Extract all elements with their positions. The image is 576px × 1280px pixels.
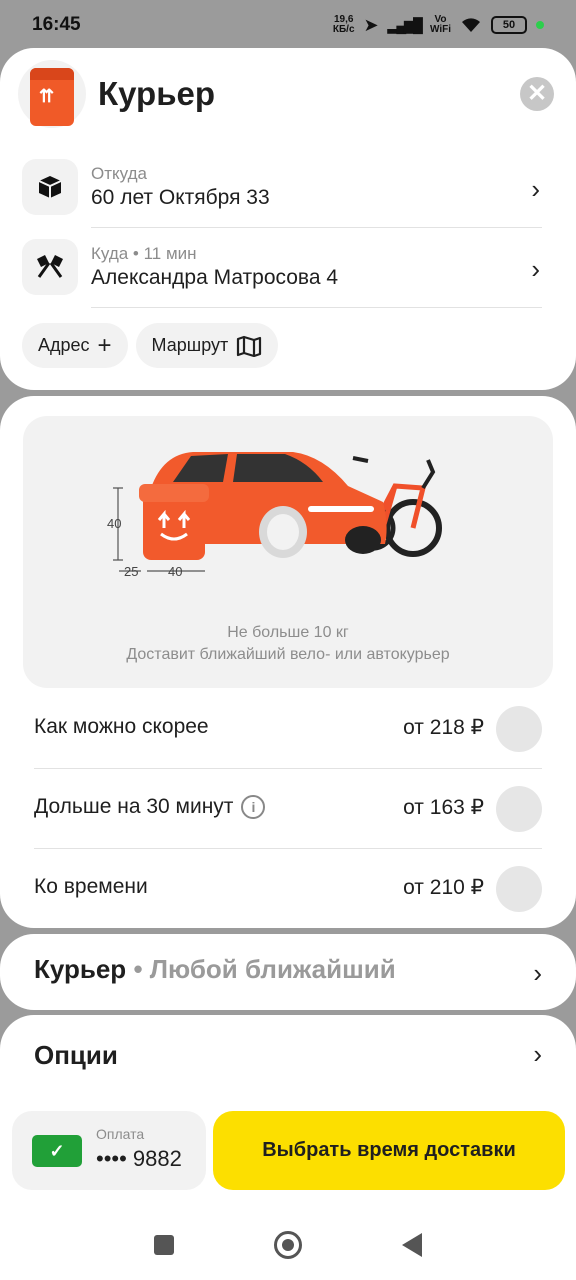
- info-icon[interactable]: i: [241, 795, 266, 819]
- recents-icon[interactable]: [154, 1235, 174, 1255]
- tariff-name-text: Как можно скорее: [34, 715, 209, 738]
- logo-glyph: ⇈: [39, 86, 55, 106]
- add-address-button[interactable]: Адрес +: [22, 323, 128, 368]
- tariff-name-text: Дольше на 30 минут: [34, 795, 234, 818]
- tariff-option[interactable]: Ко времени от 210 ₽: [34, 849, 542, 929]
- map-icon: [237, 335, 262, 357]
- tariff-option[interactable]: Дольше на 30 минут i от 163 ₽: [34, 769, 542, 849]
- route-chips: Адрес + Маршрут: [22, 323, 279, 368]
- package-icon: [22, 159, 78, 215]
- tariff-price: от 218 ₽: [403, 716, 484, 739]
- tariff-name: Ко времени: [34, 875, 148, 899]
- vowifi-bottom: WiFi: [429, 24, 451, 35]
- dim-left-label: 25: [124, 564, 138, 579]
- tariff-name: Дольше на 30 минут i: [34, 795, 266, 819]
- tariff-price: от 210 ₽: [403, 876, 484, 899]
- route-from-row[interactable]: Откуда 60 лет Октября 33 ›: [22, 148, 542, 228]
- back-icon[interactable]: [402, 1233, 422, 1257]
- weight-caption: Не больше 10 кг: [227, 624, 349, 641]
- radio-button[interactable]: [496, 706, 542, 752]
- courier-logo: ⇈: [18, 60, 86, 128]
- status-icons: 19,6 КБ/с ➤ ▂▄▆█ Vo WiFi 50: [333, 15, 544, 36]
- to-label: Куда • 11 мин: [91, 244, 197, 263]
- dim-right-label: 40: [168, 564, 182, 579]
- chevron-right-icon: ›: [531, 174, 540, 204]
- chevron-right-icon: ›: [533, 1039, 542, 1069]
- finish-flags-icon: [22, 239, 78, 295]
- wifi-icon: [462, 18, 480, 32]
- car-bike-box-image: 40 25 40: [107, 452, 442, 579]
- dim-height-label: 40: [107, 516, 121, 531]
- tariff-name-text: Ко времени: [34, 875, 148, 898]
- route-button[interactable]: Маршрут: [135, 323, 279, 368]
- payment-method-button[interactable]: ✓ Оплата •••• 9882: [12, 1111, 206, 1190]
- location-icon: ➤: [363, 14, 379, 35]
- courier-box-image: [139, 484, 209, 560]
- close-icon: ✕: [526, 80, 548, 107]
- courier-caption: Доставит ближайший вело- или автокурьер: [126, 646, 450, 663]
- vowifi-indicator: Vo WiFi: [430, 15, 451, 35]
- bank-card-check-icon: ✓: [32, 1135, 82, 1167]
- radio-button[interactable]: [496, 866, 542, 912]
- courier-type-title: Курьер: [34, 954, 127, 984]
- choose-delivery-time-button[interactable]: Выбрать время доставки: [213, 1111, 565, 1190]
- payment-label: Оплата: [96, 1126, 145, 1142]
- from-label: Откуда: [91, 164, 147, 183]
- page-title: Курьер: [98, 75, 216, 112]
- net-speed-unit: КБ/с: [332, 24, 355, 35]
- route-card: ⇈ Курьер ✕ Откуда 60 лет Октября 33 › Ку…: [0, 48, 576, 390]
- plus-icon: +: [97, 331, 112, 359]
- options-title: Опции: [34, 1040, 118, 1070]
- tariff-price: от 163 ₽: [403, 796, 484, 819]
- charging-dot: [536, 21, 544, 29]
- header: ⇈ Курьер: [18, 60, 215, 128]
- chevron-right-icon: ›: [533, 958, 542, 988]
- system-nav-bar: [0, 1215, 576, 1275]
- route-label: Маршрут: [151, 335, 229, 355]
- divider: [91, 307, 542, 308]
- add-address-label: Адрес: [38, 335, 90, 355]
- courier-type: Курьер • Любой ближайший: [34, 954, 396, 985]
- close-button[interactable]: ✕: [520, 77, 554, 111]
- signal-icon: ▂▄▆█: [387, 16, 423, 33]
- status-bar: 16:45 19,6 КБ/с ➤ ▂▄▆█ Vo WiFi 50: [0, 0, 576, 50]
- tariff-option[interactable]: Как можно скорее от 218 ₽: [34, 689, 542, 769]
- courier-type-row[interactable]: Курьер • Любой ближайший ›: [0, 934, 576, 1010]
- home-icon[interactable]: [274, 1231, 302, 1259]
- status-time: 16:45: [32, 14, 81, 35]
- courier-type-subtitle: • Любой ближайший: [133, 954, 396, 984]
- net-speed: 19,6 КБ/с: [333, 15, 355, 35]
- delivery-illustration: 40 25 40 Не больше 10 кг Доставит ближай…: [23, 416, 553, 688]
- to-address: Александра Матросова 4: [91, 266, 339, 289]
- battery-icon: 50: [491, 16, 527, 34]
- cta-label: Выбрать время доставки: [262, 1139, 516, 1161]
- tariff-card: 40 25 40 Не больше 10 кг Доставит ближай…: [0, 396, 576, 928]
- payment-card-number: •••• 9882: [96, 1146, 182, 1171]
- tariff-name: Как можно скорее: [34, 715, 209, 739]
- route-to-row[interactable]: Куда • 11 мин Александра Матросова 4 ›: [22, 228, 542, 308]
- chevron-right-icon: ›: [531, 254, 540, 284]
- radio-button[interactable]: [496, 786, 542, 832]
- battery-level: 50: [502, 19, 516, 31]
- from-address: 60 лет Октября 33: [91, 186, 270, 209]
